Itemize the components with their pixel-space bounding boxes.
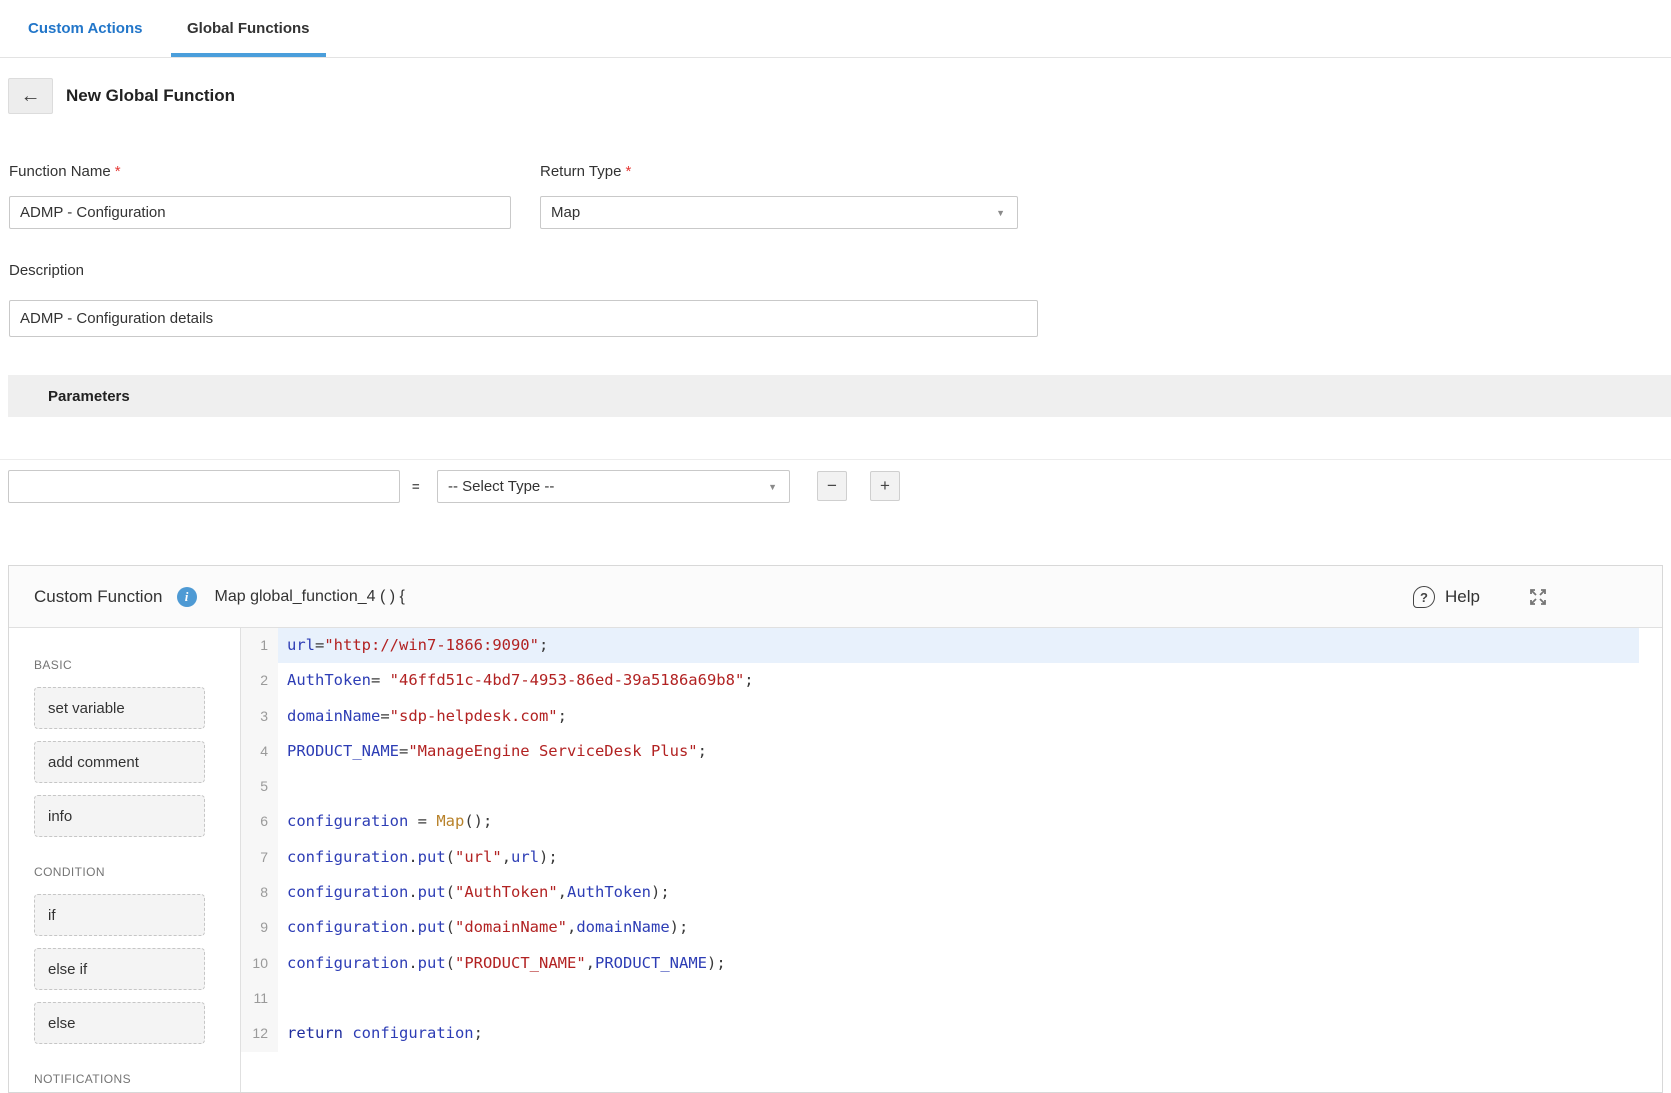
code-text: PRODUCT_NAME="ManageEngine ServiceDesk P…: [278, 734, 1639, 769]
required-asterisk: *: [115, 163, 121, 180]
code-line-6[interactable]: 6configuration = Map();: [241, 804, 1662, 839]
line-number: 3: [241, 699, 278, 734]
code-text: configuration.put("PRODUCT_NAME",PRODUCT…: [278, 946, 1639, 981]
code-text: return configuration;: [278, 1016, 1639, 1051]
function-name-label-text: Function Name: [9, 163, 111, 180]
code-line-9[interactable]: 9configuration.put("domainName",domainNa…: [241, 910, 1662, 945]
chevron-down-icon: ▼: [996, 208, 1005, 218]
custom-function-header: Custom Function i Map global_function_4 …: [9, 566, 1662, 628]
code-line-1[interactable]: 1url="http://win7-1866:9090";: [241, 628, 1662, 663]
panel-header-actions: ? Help: [1413, 566, 1662, 628]
return-type-label-text: Return Type: [540, 163, 621, 180]
parameters-section-header: Parameters: [8, 375, 1671, 417]
line-number: 8: [241, 875, 278, 910]
parameters-title: Parameters: [48, 388, 130, 405]
custom-function-title: Custom Function: [34, 587, 163, 607]
function-name-label: Function Name*: [9, 163, 121, 180]
code-text: AuthToken= "46ffd51c-4bd7-4953-86ed-39a5…: [278, 663, 1639, 698]
code-line-4[interactable]: 4PRODUCT_NAME="ManageEngine ServiceDesk …: [241, 734, 1662, 769]
snippet-add-comment[interactable]: add comment: [34, 741, 205, 783]
snippet-else[interactable]: else: [34, 1002, 205, 1044]
code-line-5[interactable]: 5: [241, 769, 1662, 804]
function-name-input[interactable]: [9, 196, 511, 229]
editor-body: BASIC set variable add comment info CONDITIO…: [9, 628, 1662, 1092]
chevron-down-icon: ▼: [768, 482, 777, 492]
code-line-10[interactable]: 10configuration.put("PRODUCT_NAME",PRODU…: [241, 946, 1662, 981]
back-button[interactable]: ←: [8, 78, 53, 114]
arrow-left-icon: ←: [21, 85, 41, 108]
code-area[interactable]: 1url="http://win7-1866:9090";2AuthToken=…: [241, 628, 1662, 1092]
code-text: [278, 769, 1639, 804]
parameter-type-value: -- Select Type --: [448, 478, 554, 495]
remove-parameter-button[interactable]: −: [817, 471, 847, 501]
tab-custom-actions[interactable]: Custom Actions: [28, 0, 142, 57]
code-text: url="http://win7-1866:9090";: [278, 628, 1639, 663]
snippet-else-if[interactable]: else if: [34, 948, 205, 990]
help-icon[interactable]: ?: [1413, 586, 1435, 608]
info-icon[interactable]: i: [177, 587, 197, 607]
snippet-info[interactable]: info: [34, 795, 205, 837]
return-type-value: Map: [551, 204, 580, 221]
snippet-set-variable[interactable]: set variable: [34, 687, 205, 729]
global-function-page: Custom Actions Global Functions ← New Gl…: [0, 0, 1671, 1093]
line-number: 10: [241, 946, 278, 981]
return-type-label: Return Type*: [540, 163, 631, 180]
line-number: 1: [241, 628, 278, 663]
parameter-type-select[interactable]: -- Select Type -- ▼: [437, 470, 790, 503]
code-line-7[interactable]: 7configuration.put("url",url);: [241, 840, 1662, 875]
return-type-select[interactable]: Map ▼: [540, 196, 1018, 229]
equals-sign: =: [412, 479, 420, 494]
help-button[interactable]: Help: [1445, 587, 1480, 607]
code-line-2[interactable]: 2AuthToken= "46ffd51c-4bd7-4953-86ed-39a…: [241, 663, 1662, 698]
function-signature: Map global_function_4 ( ) {: [215, 588, 405, 606]
description-label: Description: [9, 262, 84, 279]
line-number: 11: [241, 981, 278, 1016]
code-line-3[interactable]: 3domainName="sdp-helpdesk.com";: [241, 699, 1662, 734]
code-line-12[interactable]: 12return configuration;: [241, 1016, 1662, 1051]
code-text: configuration.put("AuthToken",AuthToken)…: [278, 875, 1639, 910]
parameter-name-input[interactable]: [8, 470, 400, 503]
sidebar-group-label-condition: CONDITION: [34, 865, 240, 879]
tab-bar: Custom Actions Global Functions: [0, 0, 1671, 58]
sidebar-group-label-notifications: NOTIFICATIONS: [34, 1072, 240, 1086]
editor-sidebar: BASIC set variable add comment info CONDITIO…: [9, 628, 241, 1092]
sidebar-group-label-basic: BASIC: [34, 658, 240, 672]
code-text: configuration.put("url",url);: [278, 840, 1639, 875]
fullscreen-expand-icon[interactable]: [1528, 587, 1548, 607]
code-line-8[interactable]: 8configuration.put("AuthToken",AuthToken…: [241, 875, 1662, 910]
scrollbar-track[interactable]: [1639, 628, 1662, 1092]
line-number: 6: [241, 804, 278, 839]
required-asterisk: *: [625, 163, 631, 180]
line-number: 2: [241, 663, 278, 698]
code-text: configuration = Map();: [278, 804, 1639, 839]
code-text: [278, 981, 1639, 1016]
line-number: 5: [241, 769, 278, 804]
line-number: 4: [241, 734, 278, 769]
custom-function-panel: Custom Function i Map global_function_4 …: [8, 565, 1663, 1093]
page-title: New Global Function: [66, 86, 235, 106]
tab-global-functions[interactable]: Global Functions: [171, 0, 326, 57]
snippet-if[interactable]: if: [34, 894, 205, 936]
description-input[interactable]: [9, 300, 1038, 337]
line-number: 9: [241, 910, 278, 945]
code-text: domainName="sdp-helpdesk.com";: [278, 699, 1639, 734]
add-parameter-button[interactable]: +: [870, 471, 900, 501]
code-text: configuration.put("domainName",domainNam…: [278, 910, 1639, 945]
code-line-11[interactable]: 11: [241, 981, 1662, 1016]
divider: [0, 459, 1671, 460]
line-number: 7: [241, 840, 278, 875]
line-number: 12: [241, 1016, 278, 1051]
